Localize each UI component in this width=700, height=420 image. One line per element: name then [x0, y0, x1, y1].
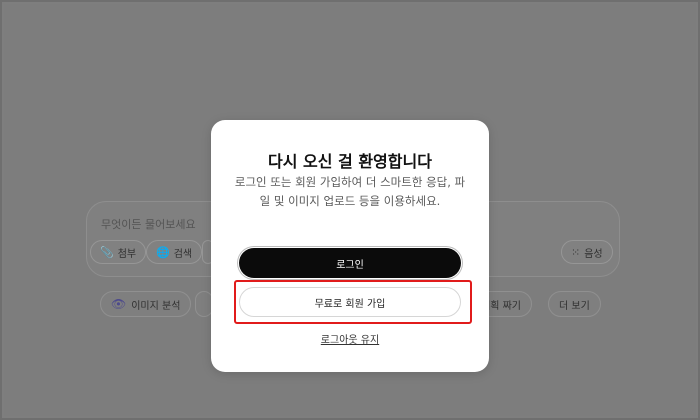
signup-button[interactable]: 무료로 회원 가입	[239, 287, 461, 317]
search-label: 검색	[173, 248, 193, 260]
paperclip-icon: 📎	[100, 245, 114, 259]
more-label: 더 보기	[559, 300, 590, 312]
eye-icon: 👁	[111, 297, 127, 311]
modal-title: 다시 오신 걸 환영합니다	[268, 152, 432, 171]
globe-icon: 🌐	[156, 245, 170, 259]
voice-label: 음성	[584, 248, 603, 260]
attach-label: 첨부	[117, 248, 137, 260]
stay-logged-out-link[interactable]: 로그아웃 유지	[211, 331, 489, 346]
modal-description: 로그인 또는 회원 가입하여 더 스마트한 응답, 파일 및 이미지 업로드 등…	[234, 175, 466, 208]
more-pill[interactable]: 더 보기	[548, 291, 601, 317]
waveform-icon: ⁙	[571, 245, 581, 259]
composer-placeholder: 무엇이든 물어보세요	[101, 218, 196, 231]
voice-button[interactable]: ⁙ 음성	[561, 240, 613, 264]
image-analysis-pill[interactable]: 👁 이미지 분석	[100, 291, 192, 317]
attach-button[interactable]: 📎 첨부	[90, 240, 147, 264]
welcome-back-modal: 다시 오신 걸 환영합니다 로그인 또는 회원 가입하여 더 스마트한 응답, …	[211, 120, 489, 372]
login-button[interactable]: 로그인	[239, 248, 461, 278]
search-button[interactable]: 🌐 검색	[146, 240, 203, 264]
image-analysis-label: 이미지 분석	[131, 300, 181, 312]
